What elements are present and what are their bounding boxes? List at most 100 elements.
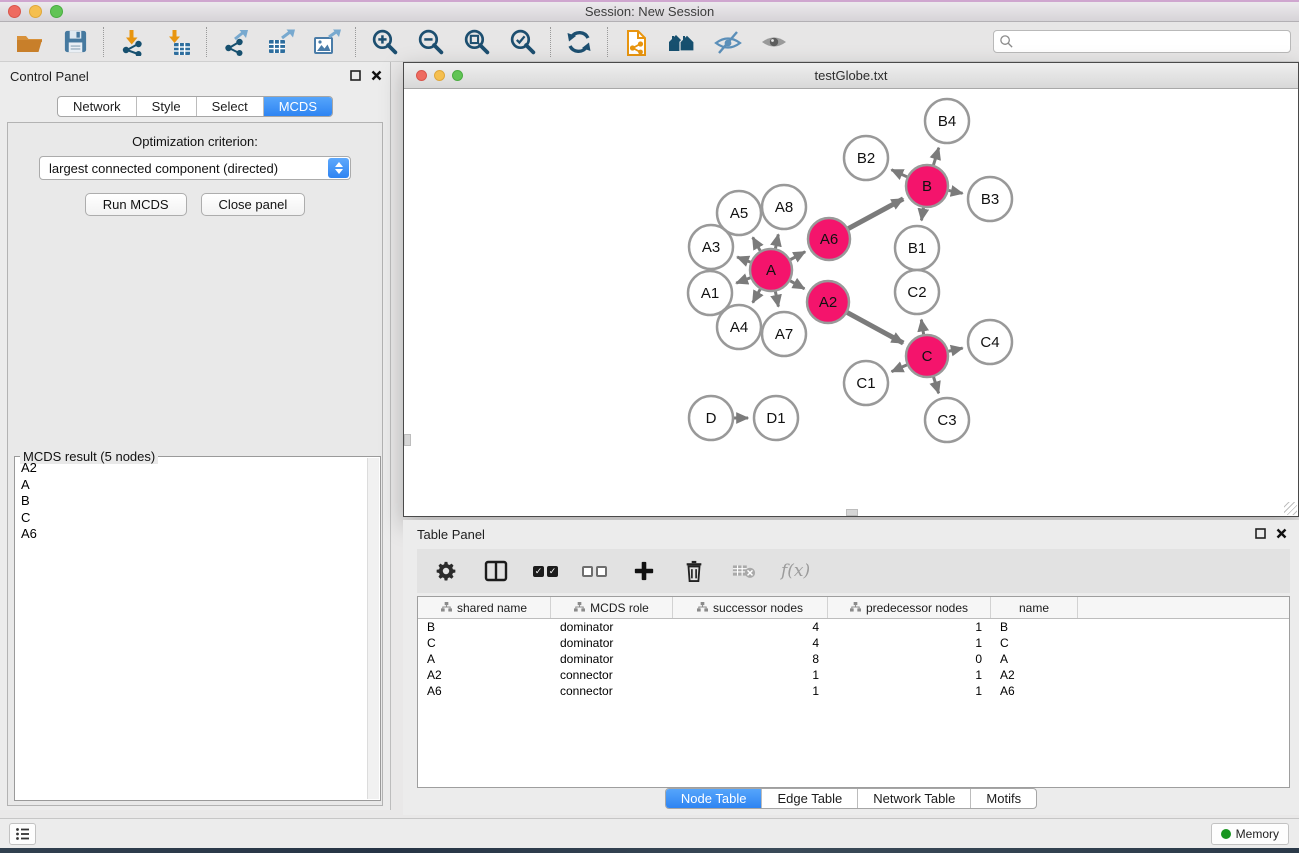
- graph-edge[interactable]: [737, 257, 750, 262]
- table-settings-button[interactable]: [433, 558, 459, 584]
- toolbar-separator: [103, 27, 104, 57]
- result-item[interactable]: C: [16, 510, 367, 527]
- save-floppy-icon: [62, 28, 89, 55]
- graph-node-label: C2: [907, 284, 926, 301]
- column-header-predecessor-nodes[interactable]: predecessor nodes: [828, 597, 991, 618]
- criterion-select[interactable]: largest connected component (directed): [39, 156, 351, 180]
- graph-edge[interactable]: [921, 208, 923, 221]
- table-row[interactable]: Bdominator41B: [418, 619, 1289, 635]
- export-image-button[interactable]: [312, 27, 342, 57]
- select-all-columns-button[interactable]: ✓ ✓: [533, 566, 558, 577]
- save-session-button[interactable]: [60, 27, 90, 57]
- graph-edge[interactable]: [848, 199, 903, 229]
- graph-node-label: B: [922, 178, 932, 195]
- table-cell: A6: [418, 683, 551, 699]
- tab-network-table[interactable]: Network Table: [857, 789, 970, 808]
- graph-edge[interactable]: [790, 281, 804, 289]
- table-row[interactable]: A6connector11A6: [418, 683, 1289, 699]
- graph-edge[interactable]: [847, 313, 903, 344]
- canvas-horizontal-scroll-nub[interactable]: [846, 509, 858, 516]
- tab-network[interactable]: Network: [58, 97, 136, 116]
- tab-node-table[interactable]: Node Table: [666, 789, 762, 808]
- zoom-in-icon: [370, 27, 399, 56]
- table-cell: A: [418, 651, 551, 667]
- zoom-in-button[interactable]: [369, 27, 399, 57]
- float-table-panel-icon[interactable]: [1255, 528, 1266, 539]
- node-table[interactable]: shared nameMCDS rolesuccessor nodesprede…: [417, 596, 1290, 788]
- function-builder-button[interactable]: f(x): [781, 561, 810, 581]
- unselect-all-columns-button[interactable]: [582, 566, 607, 577]
- export-network-button[interactable]: [220, 27, 250, 57]
- tab-edge-table[interactable]: Edge Table: [761, 789, 857, 808]
- graph-edge[interactable]: [891, 170, 907, 177]
- zoom-out-icon: [416, 27, 445, 56]
- export-network-icon: [221, 28, 249, 56]
- search-field[interactable]: [993, 30, 1291, 53]
- column-type-icon: [850, 602, 861, 613]
- home-view-button[interactable]: [667, 27, 697, 57]
- graph-edge[interactable]: [736, 278, 750, 283]
- column-header-name[interactable]: name: [991, 597, 1078, 618]
- result-item[interactable]: A: [16, 477, 367, 494]
- close-panel-button[interactable]: Close panel: [201, 193, 306, 216]
- import-network-button[interactable]: [117, 27, 147, 57]
- result-item[interactable]: A6: [16, 526, 367, 543]
- search-input[interactable]: [1014, 32, 1290, 51]
- gear-icon: [435, 560, 457, 582]
- graph-edge[interactable]: [892, 365, 907, 372]
- close-panel-icon[interactable]: [371, 70, 382, 81]
- table-row[interactable]: Adominator80A: [418, 651, 1289, 667]
- tab-mcds[interactable]: MCDS: [263, 97, 332, 116]
- graph-edge[interactable]: [753, 237, 761, 250]
- result-item[interactable]: B: [16, 493, 367, 510]
- table-cell: 4: [673, 635, 828, 651]
- tab-motifs[interactable]: Motifs: [970, 789, 1036, 808]
- table-row[interactable]: A2connector11A2: [418, 667, 1289, 683]
- graph-edge[interactable]: [948, 348, 962, 351]
- delete-table-button[interactable]: [731, 558, 757, 584]
- result-list-scrollbar[interactable]: [367, 458, 379, 799]
- zoom-fit-button[interactable]: [461, 27, 491, 57]
- graph-edge[interactable]: [790, 252, 805, 260]
- table-cell: 8: [673, 651, 828, 667]
- column-header-successor-nodes[interactable]: successor nodes: [673, 597, 828, 618]
- graph-edge[interactable]: [921, 320, 923, 335]
- mcds-result-list[interactable]: A2ABCA6: [16, 460, 367, 799]
- show-eye-button[interactable]: [759, 27, 789, 57]
- result-item[interactable]: A2: [16, 460, 367, 477]
- refresh-button[interactable]: [564, 27, 594, 57]
- open-session-button[interactable]: [14, 27, 44, 57]
- run-mcds-button[interactable]: Run MCDS: [85, 193, 187, 216]
- network-graph[interactable]: B4B2BB3A8A5A6A3B1AA1C2A2A4A7C4CC1C3DD1: [404, 89, 1298, 516]
- table-cell: connector: [551, 683, 673, 699]
- graph-edge[interactable]: [934, 377, 939, 393]
- tab-select[interactable]: Select: [196, 97, 263, 116]
- graph-edge[interactable]: [933, 148, 938, 165]
- network-from-file-button[interactable]: [621, 27, 651, 57]
- hide-eye-button[interactable]: [713, 27, 743, 57]
- create-column-button[interactable]: [631, 558, 657, 584]
- network-canvas[interactable]: B4B2BB3A8A5A6A3B1AA1C2A2A4A7C4CC1C3DD1: [404, 89, 1298, 516]
- float-panel-icon[interactable]: [350, 70, 361, 81]
- unchecked-box-icon: [582, 566, 593, 577]
- canvas-vertical-scroll-nub[interactable]: [404, 434, 411, 446]
- zoom-out-button[interactable]: [415, 27, 445, 57]
- network-view-window: testGlobe.txt B4B2BB3A8A5A6A3B1AA1C2A2A4…: [403, 62, 1299, 517]
- zoom-selected-button[interactable]: [507, 27, 537, 57]
- import-table-button[interactable]: [163, 27, 193, 57]
- memory-button[interactable]: Memory: [1211, 823, 1289, 845]
- graph-edge[interactable]: [775, 234, 778, 248]
- close-table-panel-icon[interactable]: [1276, 528, 1287, 539]
- window-resize-handle[interactable]: [1284, 502, 1297, 515]
- tab-style[interactable]: Style: [136, 97, 196, 116]
- delete-column-button[interactable]: [681, 558, 707, 584]
- graph-edge[interactable]: [949, 190, 963, 193]
- column-header-shared-name[interactable]: shared name: [418, 597, 551, 618]
- table-row[interactable]: Cdominator41C: [418, 635, 1289, 651]
- column-header-mcds-role[interactable]: MCDS role: [551, 597, 673, 618]
- show-columns-button[interactable]: [483, 558, 509, 584]
- task-history-button[interactable]: [9, 823, 36, 845]
- graph-edge[interactable]: [775, 292, 778, 307]
- graph-edge[interactable]: [753, 289, 761, 302]
- export-table-button[interactable]: [266, 27, 296, 57]
